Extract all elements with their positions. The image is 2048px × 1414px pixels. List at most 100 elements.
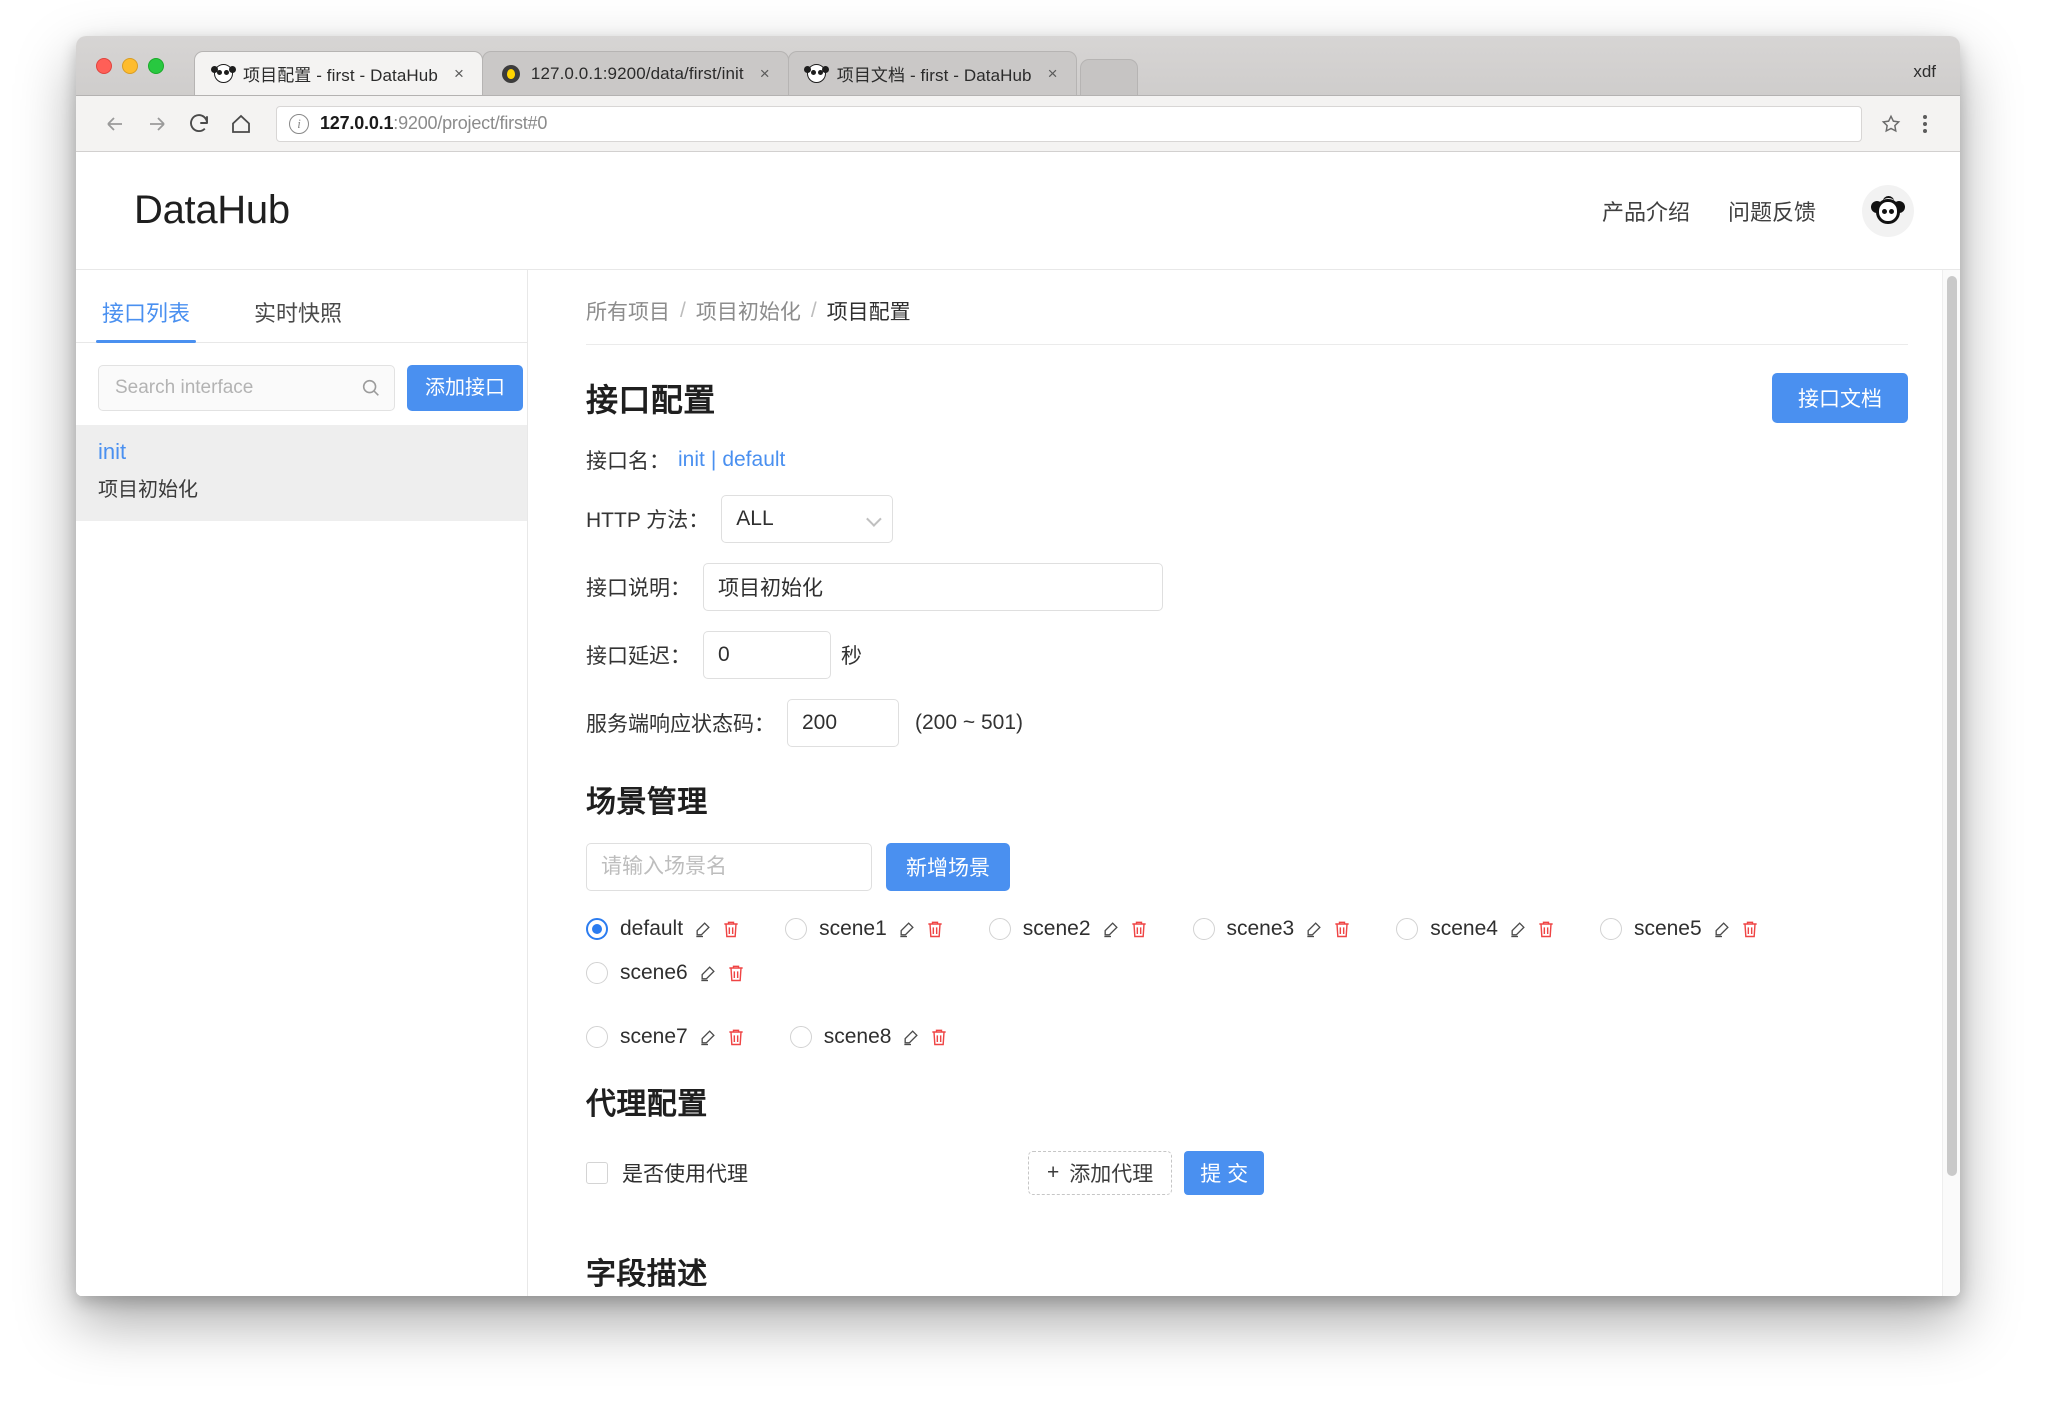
trash-icon[interactable] bbox=[726, 1026, 746, 1048]
interface-doc-button[interactable]: 接口文档 bbox=[1772, 373, 1908, 423]
info-circle-icon[interactable]: i bbox=[289, 114, 309, 134]
url-host: 127.0.0.1 bbox=[320, 113, 393, 134]
trash-icon[interactable] bbox=[925, 918, 945, 940]
scene-label[interactable]: default bbox=[620, 917, 683, 941]
scrollbar-thumb[interactable] bbox=[1947, 276, 1957, 1176]
breadcrumb-item-all-projects[interactable]: 所有项目 bbox=[586, 296, 670, 326]
interface-delay-input[interactable] bbox=[703, 631, 831, 679]
app-body: 接口列表 实时快照 添加接口 bbox=[76, 270, 1960, 1296]
status-code-input[interactable] bbox=[787, 699, 899, 747]
nav-link-product-intro[interactable]: 产品介绍 bbox=[1602, 195, 1690, 227]
breadcrumb-item-project[interactable]: 项目初始化 bbox=[696, 296, 801, 326]
submit-button[interactable]: 提 交 bbox=[1184, 1151, 1264, 1195]
pencil-icon[interactable] bbox=[1304, 919, 1324, 939]
breadcrumb: 所有项目 / 项目初始化 / 项目配置 bbox=[586, 270, 1908, 345]
scene-label[interactable]: scene5 bbox=[1634, 917, 1702, 941]
status-code-hint: (200 ~ 501) bbox=[915, 711, 1023, 735]
interface-name-link-default[interactable]: default bbox=[722, 448, 785, 472]
main-content: 所有项目 / 项目初始化 / 项目配置 接口配置 接口文档 接口名： init bbox=[528, 270, 1960, 1296]
nav-link-feedback[interactable]: 问题反馈 bbox=[1728, 195, 1816, 227]
scene-list: default bbox=[586, 917, 1908, 1049]
trash-icon[interactable] bbox=[1740, 918, 1760, 940]
minimize-window-button[interactable] bbox=[122, 58, 138, 74]
maximize-window-button[interactable] bbox=[148, 58, 164, 74]
scene-label[interactable]: scene1 bbox=[819, 917, 887, 941]
tab-strip: 项目配置 - first - DataHub × 127.0.0.1:9200/… bbox=[194, 36, 1138, 95]
scene-radio[interactable] bbox=[586, 962, 608, 984]
scene-radio[interactable] bbox=[989, 918, 1011, 940]
pencil-icon[interactable] bbox=[698, 1027, 718, 1047]
page-scrollbar[interactable] bbox=[1942, 270, 1960, 1296]
profile-label[interactable]: xdf bbox=[1913, 62, 1936, 82]
interface-name-link-init[interactable]: init bbox=[678, 448, 705, 472]
reload-icon[interactable] bbox=[178, 103, 220, 145]
browser-tab-3[interactable]: 项目文档 - first - DataHub × bbox=[788, 51, 1077, 95]
trash-icon[interactable] bbox=[1536, 918, 1556, 940]
browser-tab-2[interactable]: 127.0.0.1:9200/data/first/init × bbox=[482, 51, 789, 95]
sidebar: 接口列表 实时快照 添加接口 bbox=[76, 270, 528, 1296]
home-icon[interactable] bbox=[220, 103, 262, 145]
field-row-status-code: 服务端响应状态码： (200 ~ 501) bbox=[586, 699, 1908, 747]
scene-label[interactable]: scene6 bbox=[620, 961, 688, 985]
use-proxy-checkbox[interactable] bbox=[586, 1162, 608, 1184]
scene-add-row: 新增场景 bbox=[586, 843, 1908, 891]
scene-radio[interactable] bbox=[1600, 918, 1622, 940]
scene-radio[interactable] bbox=[586, 1026, 608, 1048]
close-icon[interactable]: × bbox=[448, 63, 470, 85]
scene-radio[interactable] bbox=[790, 1026, 812, 1048]
pencil-icon[interactable] bbox=[1712, 919, 1732, 939]
trash-icon[interactable] bbox=[929, 1026, 949, 1048]
http-method-select[interactable]: ALL bbox=[721, 495, 893, 543]
scene-radio[interactable] bbox=[1396, 918, 1418, 940]
tab-interface-list[interactable]: 接口列表 bbox=[98, 284, 194, 342]
scene-label[interactable]: scene8 bbox=[824, 1025, 892, 1049]
pencil-icon[interactable] bbox=[1508, 919, 1528, 939]
interface-name-separator: | bbox=[711, 448, 716, 472]
kebab-menu-icon[interactable] bbox=[1908, 107, 1942, 141]
interface-desc-input[interactable] bbox=[703, 563, 1163, 611]
tab-realtime-snapshot[interactable]: 实时快照 bbox=[250, 284, 346, 342]
pencil-icon[interactable] bbox=[901, 1027, 921, 1047]
add-proxy-button[interactable]: + 添加代理 bbox=[1028, 1151, 1172, 1195]
address-bar[interactable]: i 127.0.0.1 :9200/project/first#0 bbox=[276, 106, 1862, 142]
close-icon[interactable]: × bbox=[1042, 63, 1064, 85]
breadcrumb-item-current: 项目配置 bbox=[827, 296, 911, 326]
list-item[interactable]: init 项目初始化 bbox=[76, 425, 527, 521]
close-window-button[interactable] bbox=[96, 58, 112, 74]
trash-icon[interactable] bbox=[721, 918, 741, 940]
add-interface-button[interactable]: 添加接口 bbox=[407, 365, 523, 411]
trash-icon[interactable] bbox=[1129, 918, 1149, 940]
app-logo[interactable]: DataHub bbox=[134, 188, 290, 233]
label-interface-name: 接口名： bbox=[586, 445, 670, 475]
trash-icon[interactable] bbox=[1332, 918, 1352, 940]
search-box[interactable] bbox=[98, 365, 395, 411]
new-tab-button[interactable] bbox=[1080, 59, 1138, 95]
close-icon[interactable]: × bbox=[754, 63, 776, 85]
forward-arrow-icon[interactable] bbox=[136, 103, 178, 145]
label-status-code: 服务端响应状态码： bbox=[586, 708, 775, 738]
avatar[interactable] bbox=[1862, 185, 1914, 237]
scene-radio[interactable] bbox=[785, 918, 807, 940]
scene-radio[interactable] bbox=[1193, 918, 1215, 940]
add-scene-button[interactable]: 新增场景 bbox=[886, 843, 1010, 891]
star-icon[interactable] bbox=[1874, 107, 1908, 141]
back-arrow-icon[interactable] bbox=[94, 103, 136, 145]
scene-label[interactable]: scene7 bbox=[620, 1025, 688, 1049]
scene-label[interactable]: scene2 bbox=[1023, 917, 1091, 941]
scene-section-title: 场景管理 bbox=[586, 777, 1908, 821]
field-row-http-method: HTTP 方法： ALL bbox=[586, 495, 1908, 543]
pencil-icon[interactable] bbox=[897, 919, 917, 939]
scene-label[interactable]: scene3 bbox=[1227, 917, 1295, 941]
pencil-icon[interactable] bbox=[698, 963, 718, 983]
pencil-icon[interactable] bbox=[1101, 919, 1121, 939]
scene-name-input[interactable] bbox=[586, 843, 872, 891]
search-icon[interactable] bbox=[360, 377, 382, 399]
sidebar-search-row: 添加接口 bbox=[76, 343, 527, 411]
browser-tab-1[interactable]: 项目配置 - first - DataHub × bbox=[194, 51, 483, 95]
scene-radio[interactable] bbox=[586, 918, 608, 940]
scene-item-default: default bbox=[586, 917, 741, 941]
search-input[interactable] bbox=[115, 377, 360, 399]
scene-label[interactable]: scene4 bbox=[1430, 917, 1498, 941]
pencil-icon[interactable] bbox=[693, 919, 713, 939]
trash-icon[interactable] bbox=[726, 962, 746, 984]
